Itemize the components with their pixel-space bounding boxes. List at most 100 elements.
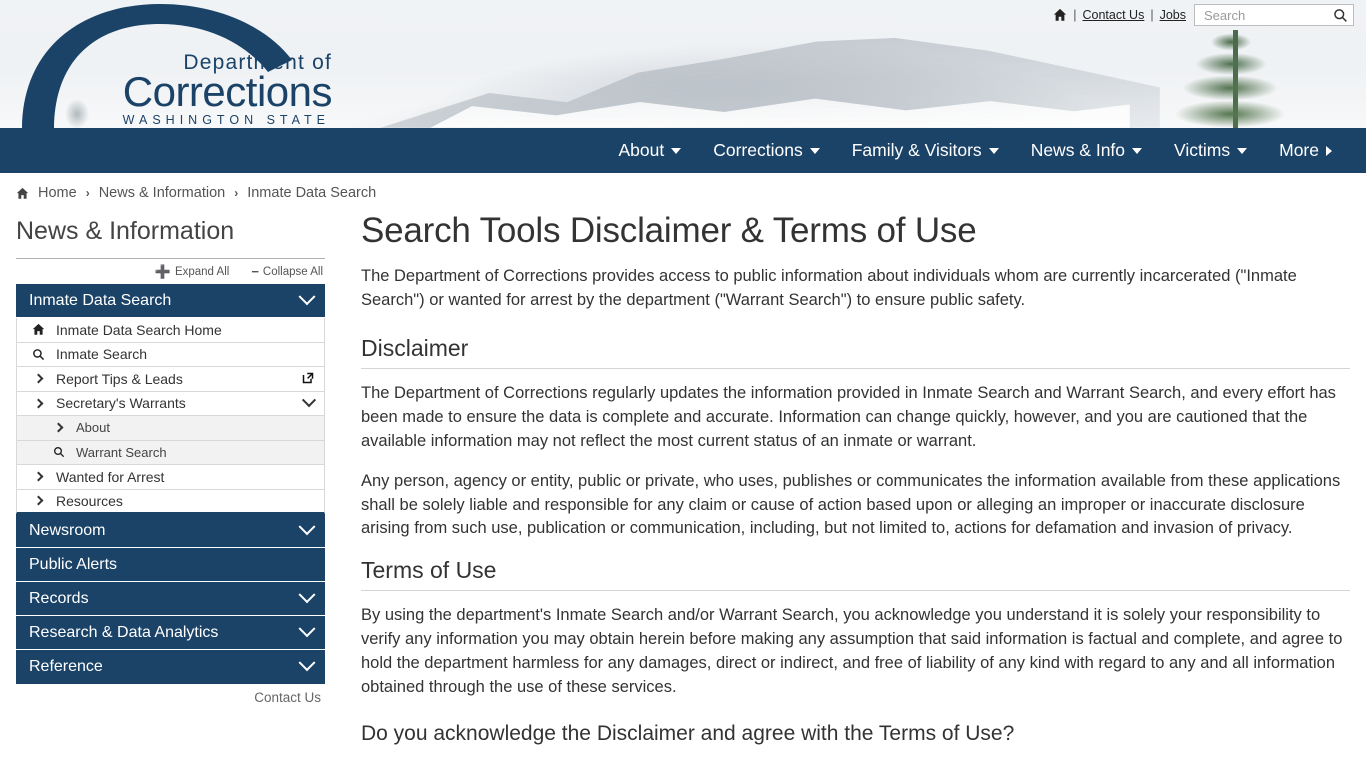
expand-all-label: Expand All (174, 265, 230, 278)
sidebar-contact-us-link[interactable]: Contact Us (16, 684, 325, 705)
chevron-down-icon (298, 517, 316, 535)
logo-wordmark: Department of Corrections WASHINGTON STA… (72, 52, 333, 127)
sidebar-section-label: Public Alerts (29, 555, 118, 573)
chevron-down-icon (988, 147, 999, 154)
sidebar-section-public-alerts[interactable]: Public Alerts (16, 548, 325, 582)
breadcrumb-home[interactable]: Home (38, 185, 77, 201)
chevron-right-icon (1326, 145, 1332, 156)
page-title: Search Tools Disclaimer & Terms of Use (361, 211, 977, 250)
nav-label: News & Info (1030, 140, 1126, 160)
plus-icon: ➕ (154, 264, 171, 279)
main-content: Search Tools Disclaimer & Terms of Use T… (325, 211, 1350, 746)
acknowledge-question: Do you acknowledge the Disclaimer and ag… (361, 722, 1015, 746)
sidebar-section-label: Records (29, 589, 89, 607)
sidebar-item-label: About (76, 420, 110, 436)
jobs-link[interactable]: Jobs (1160, 8, 1186, 22)
nav-item-news-info[interactable]: News & Info (1015, 128, 1158, 173)
sidebar-section-inmate-data-search[interactable]: Inmate Data Search (16, 284, 325, 318)
sidebar-item-label: Secretary's Warrants (56, 395, 186, 412)
search-submit-button[interactable] (1333, 8, 1348, 23)
sidebar-item-label: Resources (56, 492, 123, 509)
sidebar-item-warrant-search[interactable]: Warrant Search (16, 440, 325, 465)
sidebar-section-label: Research & Data Analytics (29, 623, 219, 641)
contact-us-link[interactable]: Contact Us (1083, 8, 1145, 22)
collapse-all-button[interactable]: − Collapse All (251, 265, 323, 278)
sidebar-section-label: Reference (29, 658, 103, 675)
logo-line-state: WASHINGTON STATE (122, 113, 330, 127)
magnifier-icon (51, 446, 66, 458)
chevron-right-icon (31, 471, 46, 482)
sidebar-item-wanted-for-arrest[interactable]: Wanted for Arrest (16, 465, 325, 490)
chevron-right-icon (51, 422, 66, 433)
chevron-down-icon (1237, 147, 1248, 154)
sidebar-section-label: Newsroom (29, 521, 106, 539)
chevron-right-icon (31, 495, 46, 506)
sidebar-item-report-tips-leads[interactable]: Report Tips & Leads (16, 367, 325, 392)
nav-item-about[interactable]: About (602, 128, 697, 173)
breadcrumb-separator: › (85, 186, 90, 200)
disclaimer-paragraph-2: Any person, agency or entity, public or … (361, 471, 1341, 538)
home-icon (31, 323, 46, 336)
utility-separator-1: | (1073, 8, 1077, 22)
site-logo[interactable]: Department of Corrections WASHINGTON STA… (0, 0, 340, 128)
nav-label: About (618, 140, 665, 160)
nav-label: Victims (1174, 140, 1231, 160)
search-input[interactable] (1202, 6, 1333, 24)
terms-paragraph-1: By using the department's Inmate Search … (361, 606, 1343, 697)
expand-all-button[interactable]: ➕ Expand All (155, 265, 230, 278)
logo-line-corrections: Corrections (122, 68, 333, 115)
chevron-down-icon (298, 287, 316, 305)
disclaimer-paragraph-1: The Department of Corrections regularly … (361, 383, 1336, 450)
sidebar-section-newsroom[interactable]: Newsroom (16, 514, 325, 548)
main-navigation: About Corrections Family & Visitors News… (0, 128, 1366, 173)
sidebar-item-label: Wanted for Arrest (56, 468, 165, 485)
minus-icon: − (251, 264, 259, 279)
breadcrumb-separator: › (234, 186, 239, 200)
magnifier-icon (1334, 8, 1347, 22)
chevron-down-icon (298, 585, 316, 603)
sidebar-expand-collapse-tools: ➕ Expand All − Collapse All (16, 259, 325, 284)
nav-item-victims[interactable]: Victims (1158, 128, 1263, 173)
chevron-down-icon[interactable] (301, 393, 317, 408)
sidebar: News & Information ➕ Expand All − Collap… (16, 211, 325, 705)
disclaimer-heading: Disclaimer (361, 334, 469, 361)
nav-item-family-visitors[interactable]: Family & Visitors (836, 128, 1015, 173)
breadcrumb-news-information[interactable]: News & Information (99, 185, 226, 201)
sidebar-item-label: Inmate Data Search Home (56, 321, 222, 338)
nav-label: Corrections (713, 140, 803, 160)
site-search-box[interactable] (1194, 4, 1354, 26)
sidebar-item-resources[interactable]: Resources (16, 489, 325, 514)
utility-bar: | Contact Us | Jobs (1053, 4, 1354, 26)
sidebar-item-inmate-data-search-home[interactable]: Inmate Data Search Home (16, 318, 325, 343)
external-link-icon (302, 371, 314, 387)
utility-separator-2: | (1150, 8, 1154, 22)
nav-item-more[interactable]: More (1263, 128, 1348, 173)
nav-item-corrections[interactable]: Corrections (697, 128, 835, 173)
sidebar-item-secretarys-warrants[interactable]: Secretary's Warrants (16, 391, 325, 416)
sidebar-title: News & Information (16, 211, 325, 259)
nav-label: Family & Visitors (851, 140, 982, 160)
intro-paragraph: The Department of Corrections provides a… (361, 267, 1297, 309)
sidebar-item-label: Inmate Search (56, 346, 148, 363)
sidebar-section-research-data-analytics[interactable]: Research & Data Analytics (16, 616, 325, 650)
sidebar-section-reference[interactable]: Reference (16, 650, 325, 684)
home-icon[interactable] (1053, 8, 1067, 22)
chevron-down-icon (298, 654, 316, 672)
page-body: News & Information ➕ Expand All − Collap… (0, 211, 1366, 746)
chevron-down-icon (1132, 147, 1143, 154)
sidebar-item-label: Warrant Search (76, 444, 167, 460)
sidebar-section-records[interactable]: Records (16, 582, 325, 616)
terms-of-use-heading: Terms of Use (361, 557, 497, 584)
nav-label: More (1279, 140, 1319, 160)
chevron-down-icon (298, 619, 316, 637)
sidebar-item-about[interactable]: About (16, 416, 325, 441)
divider (361, 367, 1350, 369)
divider (361, 590, 1350, 592)
sidebar-item-inmate-search[interactable]: Inmate Search (16, 342, 325, 367)
magnifier-icon (31, 348, 46, 361)
chevron-right-icon (31, 398, 46, 409)
conifer-tree (1156, 18, 1306, 128)
chevron-right-icon (31, 373, 46, 384)
sidebar-section-label: Inmate Data Search (29, 291, 172, 309)
site-header-banner: Department of Corrections WASHINGTON STA… (0, 0, 1366, 128)
